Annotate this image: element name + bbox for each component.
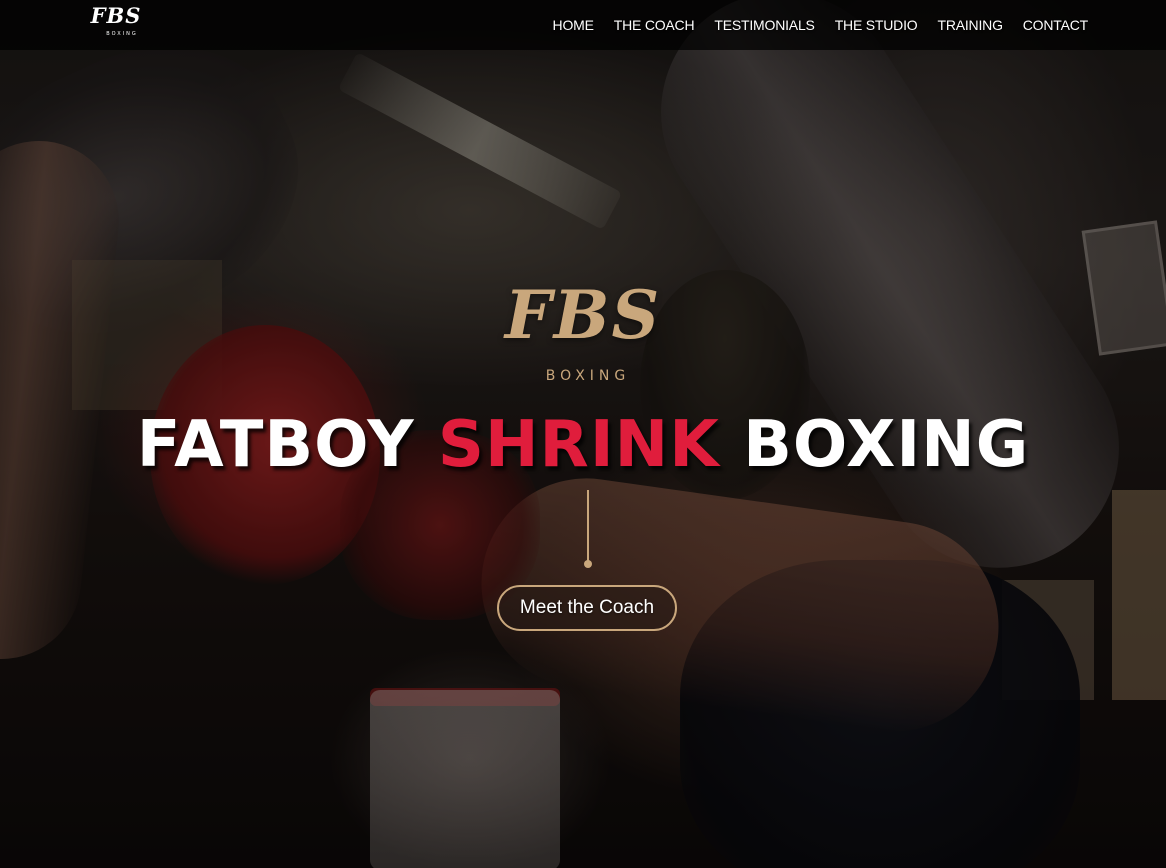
- nav-testimonials[interactable]: TESTIMONIALS: [714, 17, 814, 33]
- meet-the-coach-button[interactable]: Meet the Coach: [497, 585, 677, 631]
- vertical-divider: [587, 490, 589, 562]
- hero-title: FATBOY SHRINK BOXING: [0, 405, 1166, 485]
- divider-dot: [584, 560, 592, 568]
- nav-training[interactable]: TRAINING: [937, 17, 1002, 33]
- logo-subtitle: BOXING: [106, 31, 138, 37]
- hero-title-part2: BOXING: [743, 408, 1030, 482]
- site-logo[interactable]: FBS BOXING: [86, 4, 146, 42]
- nav-contact[interactable]: CONTACT: [1023, 17, 1088, 33]
- site-header: FBS BOXING HOME THE COACH TESTIMONIALS T…: [0, 0, 1166, 50]
- hero-logo: FBS BOXING: [483, 278, 683, 393]
- nav-home[interactable]: HOME: [553, 17, 594, 33]
- hero-section: FBS BOXING FATBOY SHRINK BOXING Meet the…: [0, 0, 1166, 868]
- nav-the-coach[interactable]: THE COACH: [614, 17, 695, 33]
- nav-the-studio[interactable]: THE STUDIO: [835, 17, 918, 33]
- hero-title-part1: FATBOY: [136, 408, 415, 482]
- hero-title-accent: SHRINK: [437, 408, 720, 482]
- hero-logo-subtitle: BOXING: [545, 368, 631, 384]
- hero-logo-mark: FBS: [504, 276, 662, 354]
- logo-mark: FBS: [90, 3, 142, 28]
- page: FBS BOXING HOME THE COACH TESTIMONIALS T…: [0, 0, 1166, 868]
- main-nav: HOME THE COACH TESTIMONIALS THE STUDIO T…: [553, 0, 1089, 50]
